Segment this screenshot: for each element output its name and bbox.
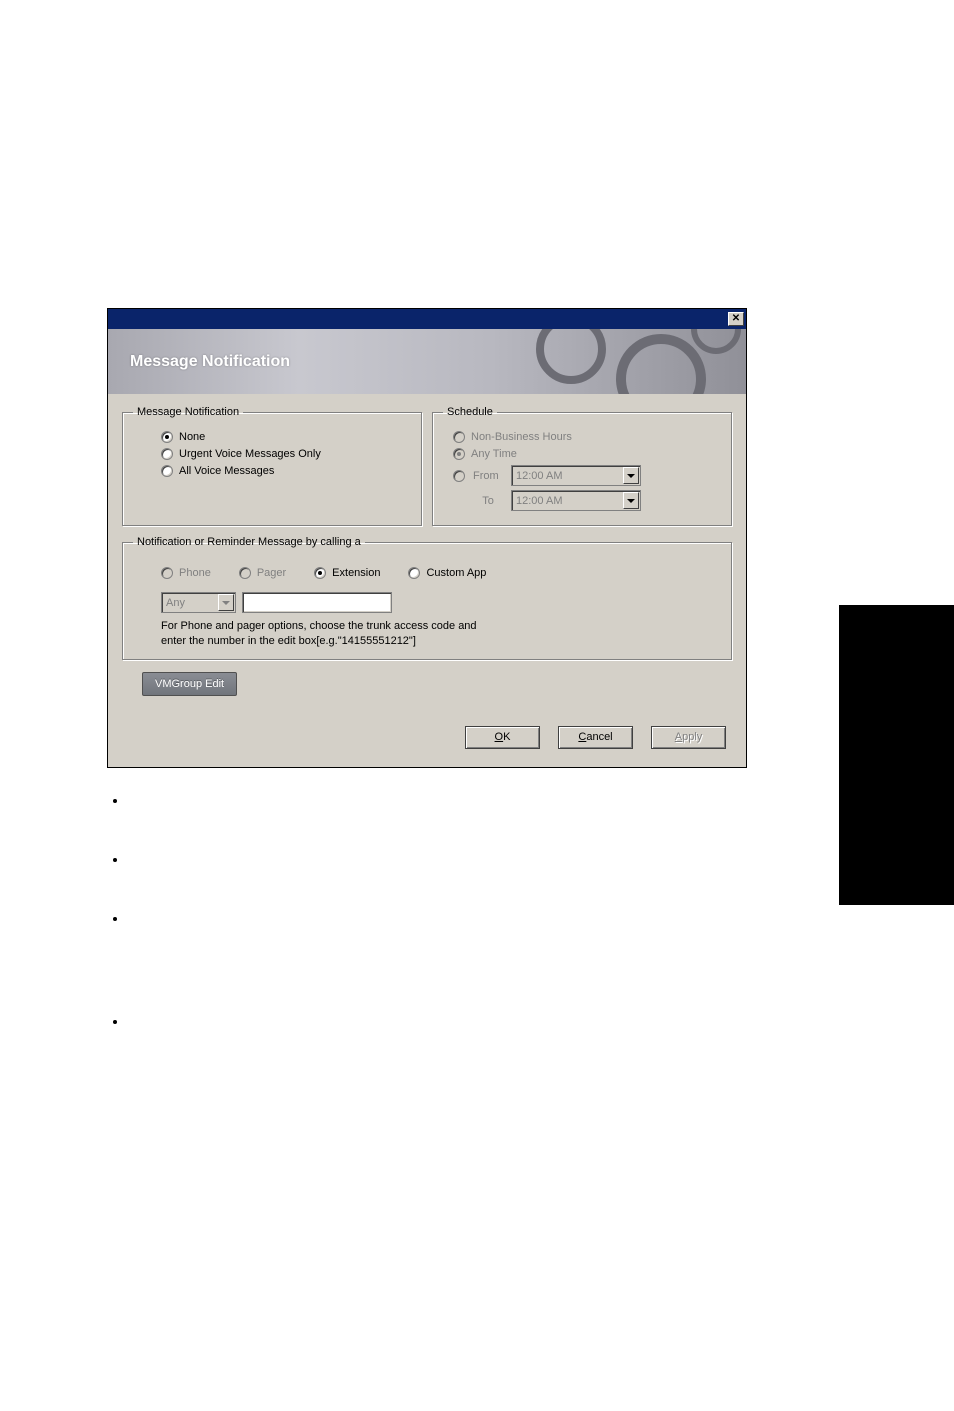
combo-value: 12:00 AM [516, 470, 562, 482]
number-input[interactable] [242, 592, 392, 613]
button-label: Apply [675, 731, 703, 743]
radio-icon [453, 448, 465, 460]
gear-icon [536, 329, 606, 384]
radio-icon [314, 567, 326, 579]
schedule-from-combo: 12:00 AM [511, 465, 641, 486]
gear-icon [616, 334, 706, 394]
radio-label: Non-Business Hours [471, 431, 572, 443]
radio-icon [161, 431, 173, 443]
group-message-notification: Message Notification None Urgent Voice M… [122, 406, 422, 526]
radio-label: None [179, 431, 205, 443]
trunk-combo: Any [161, 592, 236, 613]
chevron-down-icon [623, 492, 639, 509]
page-bullets [108, 793, 132, 1073]
radio-label: Phone [179, 567, 211, 579]
dialog-titlebar: ✕ [107, 308, 747, 329]
radio-any-time: Any Time [443, 448, 721, 460]
from-label: From [473, 470, 503, 482]
radio-icon [408, 567, 420, 579]
radio-pager: Pager [239, 567, 286, 579]
button-label: Cancel [578, 731, 612, 743]
group-legend: Schedule [443, 406, 497, 418]
chevron-down-icon [218, 594, 234, 611]
radio-label: All Voice Messages [179, 465, 274, 477]
radio-all[interactable]: All Voice Messages [133, 465, 411, 477]
to-label: To [473, 495, 503, 507]
radio-icon [239, 567, 251, 579]
radio-from [453, 470, 465, 482]
close-button[interactable]: ✕ [728, 312, 744, 326]
radio-icon [161, 567, 173, 579]
radio-none[interactable]: None [133, 431, 411, 443]
chevron-down-icon [623, 467, 639, 484]
combo-value: 12:00 AM [516, 495, 562, 507]
radio-non-business: Non-Business Hours [443, 431, 721, 443]
radio-label: Extension [332, 567, 380, 579]
page-black-strip [839, 605, 954, 905]
radio-extension[interactable]: Extension [314, 567, 380, 579]
vmgroup-edit-button[interactable]: VMGroup Edit [142, 672, 237, 696]
ok-button[interactable]: OK [465, 726, 540, 749]
combo-value: Any [166, 597, 185, 609]
list-item [128, 852, 132, 867]
cancel-button[interactable]: Cancel [558, 726, 633, 749]
apply-button: Apply [651, 726, 726, 749]
radio-label: Urgent Voice Messages Only [179, 448, 321, 460]
dialog-body: Message Notification None Urgent Voice M… [107, 394, 747, 768]
radio-custom-app[interactable]: Custom App [408, 567, 486, 579]
button-label: VMGroup Edit [155, 678, 224, 690]
group-call-method: Notification or Reminder Message by call… [122, 536, 732, 660]
help-text: For Phone and pager options, choose the … [133, 619, 503, 649]
radio-icon [161, 465, 173, 477]
message-notification-dialog: ✕ Message Notification Message Notificat… [107, 308, 747, 768]
list-item [128, 911, 132, 926]
group-schedule: Schedule Non-Business Hours Any Time Fro… [432, 406, 732, 526]
button-label: OK [495, 731, 511, 743]
dialog-banner: Message Notification [107, 329, 747, 394]
radio-icon [161, 448, 173, 460]
radio-phone: Phone [161, 567, 211, 579]
radio-urgent[interactable]: Urgent Voice Messages Only [133, 448, 411, 460]
list-item [128, 793, 132, 808]
radio-label: Pager [257, 567, 286, 579]
radio-icon [453, 431, 465, 443]
group-legend: Notification or Reminder Message by call… [133, 536, 365, 548]
close-icon: ✕ [732, 314, 740, 324]
banner-title: Message Notification [108, 353, 290, 371]
schedule-to-combo: 12:00 AM [511, 490, 641, 511]
list-item [128, 1014, 132, 1029]
group-legend: Message Notification [133, 406, 243, 418]
gear-icon [691, 329, 741, 354]
radio-label: Custom App [426, 567, 486, 579]
radio-label: Any Time [471, 448, 517, 460]
